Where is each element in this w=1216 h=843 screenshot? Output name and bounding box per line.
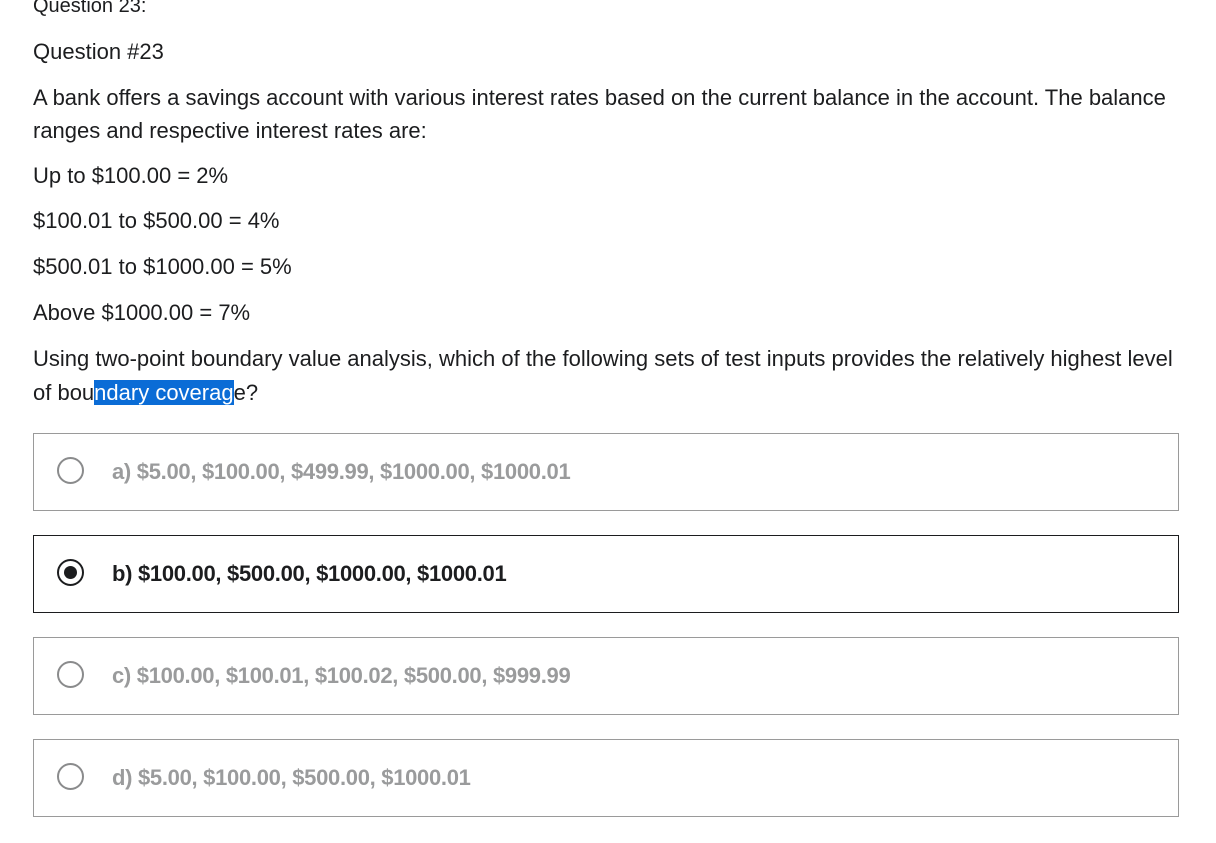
- question-number: Question #23: [33, 39, 164, 64]
- radio-button-c[interactable]: [57, 661, 84, 688]
- answer-option-c[interactable]: c) $100.00, $100.01, $100.02, $500.00, $…: [33, 637, 1179, 715]
- radio-selected-dot: [64, 566, 77, 579]
- question-text-end: e?: [233, 380, 259, 405]
- answer-option-label: c) $100.00, $100.01, $100.02, $500.00, $…: [112, 663, 571, 688]
- rate-tier-3: $500.01 to $1000.00 = 5%: [33, 254, 292, 279]
- radio-button-a[interactable]: [57, 457, 84, 484]
- rate-tier-4: Above $1000.00 = 7%: [33, 300, 251, 325]
- answer-option-d[interactable]: d) $5.00, $100.00, $500.00, $1000.01: [33, 739, 1179, 817]
- rate-tier-1: Up to $100.00 = 2%: [33, 163, 229, 188]
- answer-option-a[interactable]: a) $5.00, $100.00, $499.99, $1000.00, $1…: [33, 433, 1179, 511]
- question-intro: A bank offers a savings account with var…: [33, 85, 1166, 143]
- radio-button-b[interactable]: [57, 559, 84, 586]
- question-text: Using two-point boundary value analysis,…: [33, 342, 1179, 410]
- selected-text-highlight: ndary coverag: [94, 380, 234, 405]
- question-header: Question 23:: [33, 0, 147, 17]
- answer-option-b[interactable]: b) $100.00, $500.00, $1000.00, $1000.01: [33, 535, 1179, 613]
- answer-option-label: d) $5.00, $100.00, $500.00, $1000.01: [112, 765, 471, 790]
- radio-button-d[interactable]: [57, 763, 84, 790]
- answer-option-label: b) $100.00, $500.00, $1000.00, $1000.01: [112, 561, 507, 586]
- answer-option-label: a) $5.00, $100.00, $499.99, $1000.00, $1…: [112, 459, 571, 484]
- rate-tier-2: $100.01 to $500.00 = 4%: [33, 208, 280, 233]
